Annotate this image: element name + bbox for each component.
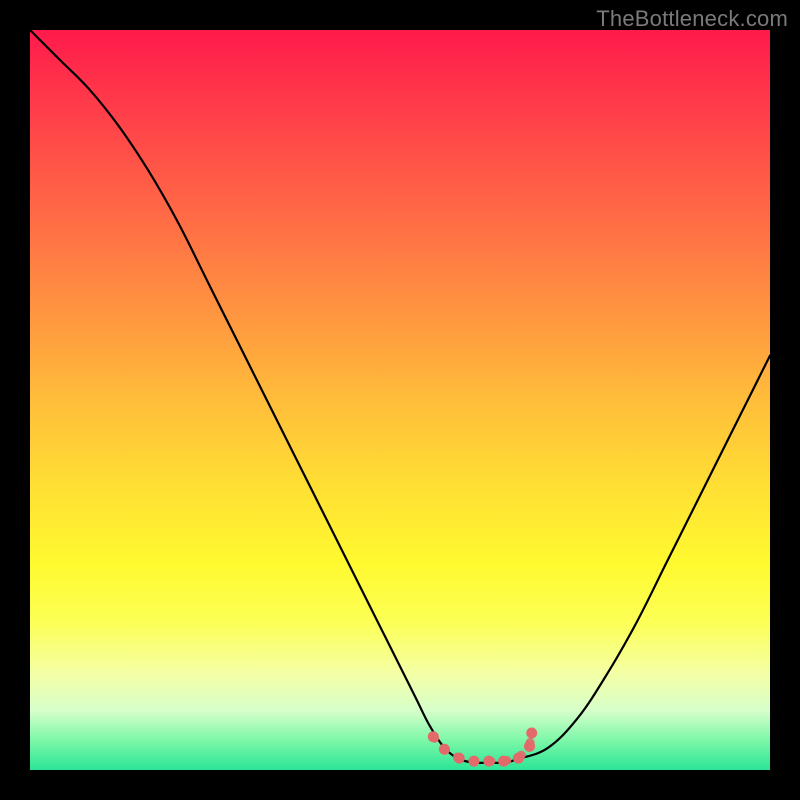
marker-dot: [498, 756, 509, 767]
watermark-text: TheBottleneck.com: [596, 6, 788, 32]
marker-dot: [439, 744, 450, 755]
plot-area: [30, 30, 770, 770]
marker-dot: [524, 741, 535, 752]
marker-dot: [428, 731, 439, 742]
highlight-markers: [428, 728, 537, 767]
chart-frame: TheBottleneck.com: [0, 0, 800, 800]
marker-dot: [513, 753, 524, 764]
marker-dot: [469, 756, 480, 767]
marker-dot: [454, 753, 465, 764]
marker-dot: [526, 728, 537, 739]
chart-svg: [30, 30, 770, 770]
marker-dot: [483, 756, 494, 767]
bottleneck-curve: [30, 30, 770, 763]
